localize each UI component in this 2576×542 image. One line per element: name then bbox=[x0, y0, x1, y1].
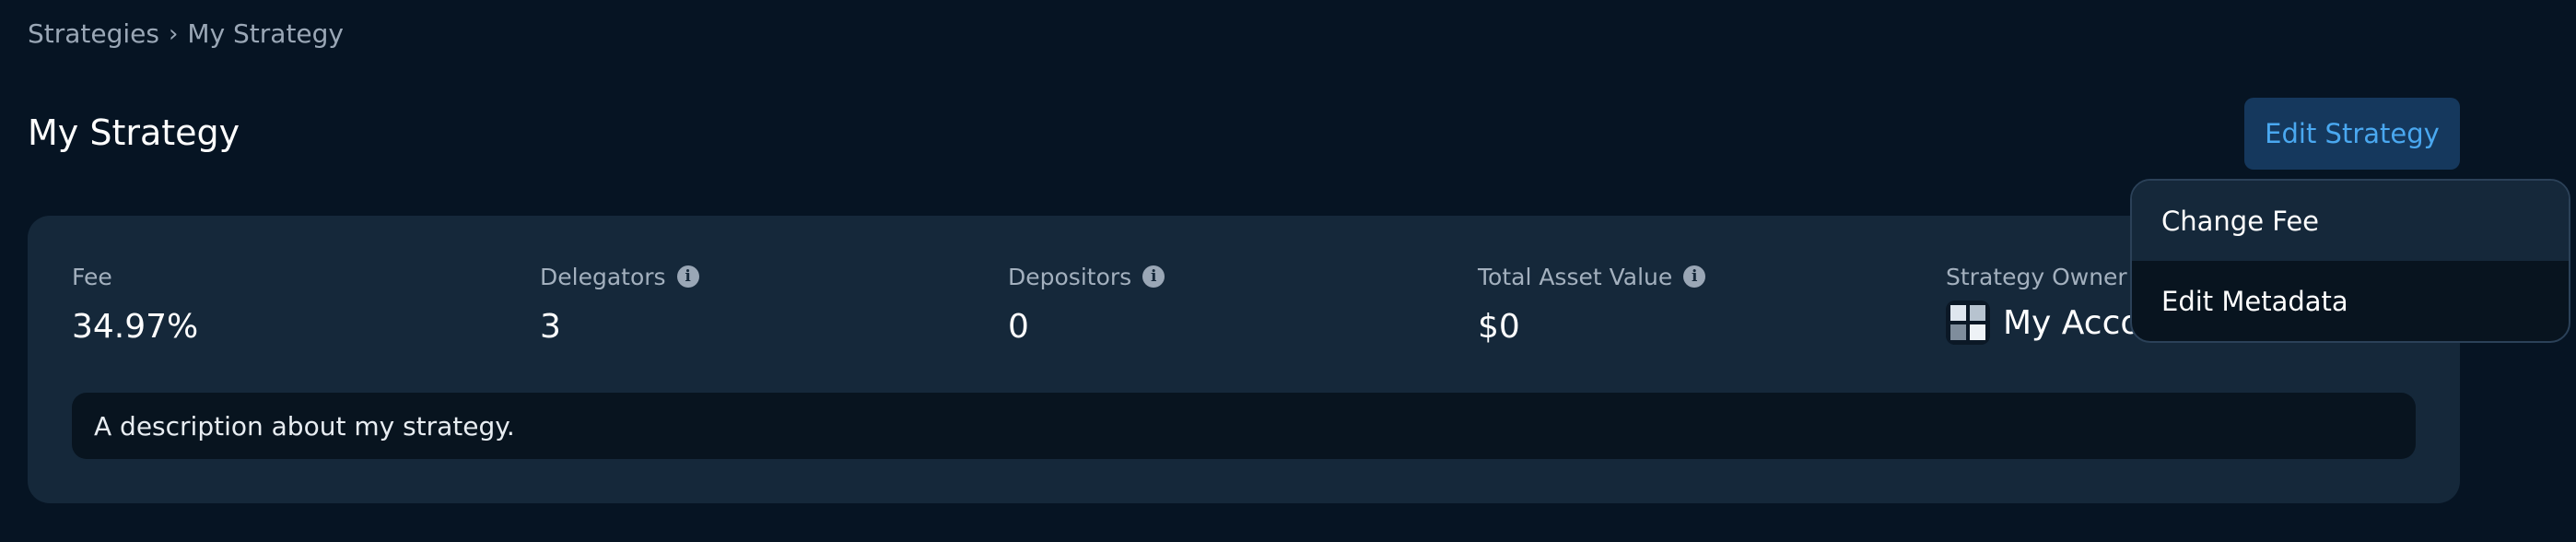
delegators-label: Delegators bbox=[540, 263, 666, 290]
avatar-icon bbox=[1946, 300, 1990, 345]
total-asset-value-value: $0 bbox=[1478, 308, 1520, 346]
strategy-owner-label: Strategy Owner bbox=[1946, 263, 2127, 290]
fee-stat: Fee 34.97% bbox=[72, 260, 199, 347]
total-asset-value-label: Total Asset Value bbox=[1478, 263, 1673, 290]
info-icon[interactable]: i bbox=[1142, 265, 1165, 288]
strategy-owner-row[interactable]: My Acco bbox=[1946, 300, 2140, 345]
strategy-owner-name: My Acco bbox=[2003, 303, 2141, 342]
depositors-label-row: Depositors i bbox=[1008, 260, 1165, 293]
strategy-owner-label-row: Strategy Owner bbox=[1946, 260, 2140, 293]
delegators-label-row: Delegators i bbox=[540, 260, 699, 293]
strategy-summary-card: Fee 34.97% Delegators i 3 Depositors i 0… bbox=[28, 216, 2460, 503]
strategy-owner-stat: Strategy Owner My Acco bbox=[1946, 260, 2140, 345]
breadcrumb-current: My Strategy bbox=[187, 18, 345, 49]
delegators-value: 3 bbox=[540, 308, 561, 346]
breadcrumb-separator: › bbox=[169, 19, 179, 48]
depositors-stat: Depositors i 0 bbox=[1008, 260, 1165, 346]
page-title: My Strategy bbox=[28, 112, 240, 153]
edit-metadata-menu-item[interactable]: Edit Metadata bbox=[2132, 261, 2569, 341]
breadcrumb-strategies-link[interactable]: Strategies bbox=[28, 18, 159, 49]
edit-strategy-button[interactable]: Edit Strategy bbox=[2244, 98, 2460, 170]
depositors-value: 0 bbox=[1008, 308, 1029, 346]
delegators-stat: Delegators i 3 bbox=[540, 260, 699, 346]
change-fee-menu-item[interactable]: Change Fee bbox=[2132, 181, 2569, 261]
total-asset-value-label-row: Total Asset Value i bbox=[1478, 260, 1706, 293]
fee-label-row: Fee bbox=[72, 260, 198, 293]
info-icon[interactable]: i bbox=[676, 265, 699, 288]
edit-strategy-dropdown: Change Fee Edit Metadata bbox=[2130, 179, 2570, 343]
total-asset-value-stat: Total Asset Value i $0 bbox=[1478, 260, 1706, 346]
fee-value: 34.97% bbox=[72, 308, 199, 346]
fee-label: Fee bbox=[72, 263, 112, 290]
strategy-page: Strategies › My Strategy My Strategy Edi… bbox=[0, 0, 2576, 542]
strategy-description: A description about my strategy. bbox=[72, 393, 2416, 459]
info-icon[interactable]: i bbox=[1683, 265, 1706, 288]
breadcrumb: Strategies › My Strategy bbox=[28, 18, 344, 49]
depositors-label: Depositors bbox=[1008, 263, 1132, 290]
